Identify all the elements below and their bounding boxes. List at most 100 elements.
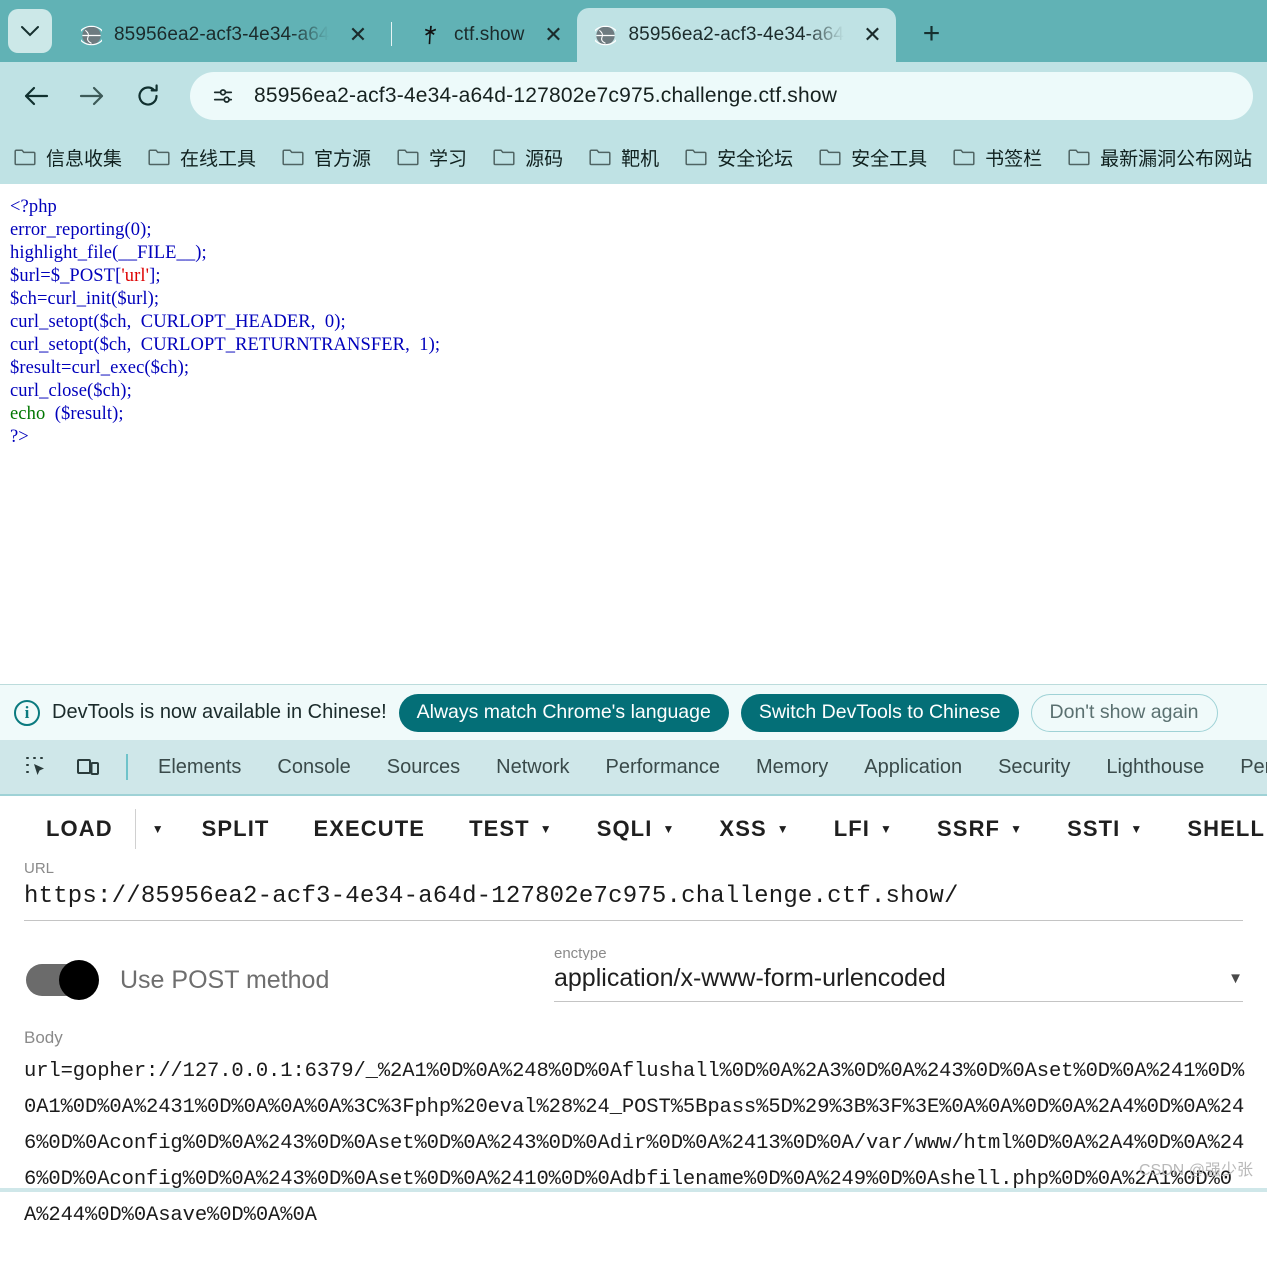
url-field-label: URL <box>24 862 55 875</box>
code-line: $ch=curl_init($url); <box>10 288 1267 311</box>
enctype-select[interactable]: application/x-www-form-urlencoded ▼ <box>554 960 1243 1002</box>
enctype-select-group[interactable]: enctype application/x-www-form-urlencode… <box>554 947 1243 1002</box>
hackbar-execute-button[interactable]: EXECUTE <box>291 816 447 842</box>
devtools-tab-elements[interactable]: Elements <box>140 756 259 779</box>
code-line: curl_close($ch); <box>10 380 1267 403</box>
code-token: ); <box>195 243 207 263</box>
ctfshow-logo-icon <box>420 24 442 46</box>
close-icon[interactable]: ✕ <box>345 22 371 48</box>
hackbar-xss-menu[interactable]: XSS ▼ <box>697 816 811 842</box>
hackbar-ssti-menu[interactable]: SSTI ▼ <box>1045 816 1165 842</box>
browser-tab-3-active[interactable]: 85956ea2-acf3-4e34-a64d-12 ✕ <box>576 8 896 62</box>
devtools-tab-network[interactable]: Network <box>478 756 587 779</box>
hackbar-load-button[interactable]: LOAD <box>24 816 135 842</box>
devtools-tab-security[interactable]: Security <box>980 756 1088 779</box>
browser-toolbar: 85956ea2-acf3-4e34-a64d-127802e7c975.cha… <box>0 62 1267 130</box>
code-token: curl_exec <box>71 358 145 378</box>
back-button[interactable] <box>14 74 58 118</box>
hackbar-load-dropdown[interactable]: ▼ <box>136 822 180 836</box>
globe-icon <box>595 24 617 46</box>
code-token: ($ch, CURLOPT_RETURNTRANSFER, 1); <box>93 335 441 355</box>
devtools-tab-console[interactable]: Console <box>259 756 368 779</box>
bookmark-label: 在线工具 <box>180 148 257 170</box>
devtools-tab-sources[interactable]: Sources <box>369 756 478 779</box>
hackbar-url-field[interactable]: URL https://85956ea2-acf3-4e34-a64d-1278… <box>24 862 1243 921</box>
browser-tab-2[interactable]: ctf.show ✕ <box>402 8 577 62</box>
hackbar-ssrf-menu[interactable]: SSRF ▼ <box>915 816 1045 842</box>
always-match-language-button[interactable]: Always match Chrome's language <box>398 693 729 732</box>
folder-icon <box>1068 148 1090 166</box>
devtools-tab-lighthouse[interactable]: Lighthouse <box>1088 756 1222 779</box>
code-token: $ch= <box>10 289 48 309</box>
enctype-label: enctype <box>554 947 607 960</box>
folder-icon <box>282 148 304 166</box>
code-token: ($ch); <box>144 358 190 378</box>
bookmarks-bar: 信息收集 在线工具 官方源 学习 源码 靶机 安全论坛 安全工具 书签栏 最新漏… <box>0 130 1267 184</box>
chevron-down-icon: ▼ <box>662 822 676 836</box>
watermark: CSDN @强少张 <box>1138 1162 1253 1179</box>
code-token: ($ch); <box>87 381 132 401</box>
bookmark-item[interactable]: 安全工具 <box>819 144 927 171</box>
code-token: ?> <box>10 427 29 447</box>
body-field-value[interactable]: url=gopher://127.0.0.1:6379/_%2A1%0D%0A%… <box>24 1054 1246 1234</box>
close-icon[interactable]: ✕ <box>860 22 886 48</box>
browser-tab-1[interactable]: 85956ea2-acf3-4e34-a64d-12 ✕ <box>62 8 381 62</box>
inspect-element-icon[interactable] <box>16 747 56 787</box>
chevron-down-icon: ▼ <box>1130 822 1144 836</box>
bookmark-item[interactable]: 学习 <box>397 144 467 171</box>
bookmark-item[interactable]: 源码 <box>493 144 563 171</box>
devtools-tab-performance-insights[interactable]: Performance <box>1222 756 1267 779</box>
folder-icon <box>397 148 419 166</box>
code-line: $url=$_POST['url']; <box>10 265 1267 288</box>
hackbar-shell-menu[interactable]: SHELL▼ <box>1165 816 1267 842</box>
devtools-tab-performance[interactable]: Performance <box>588 756 739 779</box>
code-line: curl_setopt($ch, CURLOPT_HEADER, 0); <box>10 311 1267 334</box>
reload-icon <box>138 84 158 106</box>
devtools-tab-bar: Elements Console Sources Network Perform… <box>0 740 1267 796</box>
code-line: <?php <box>10 196 1267 219</box>
reload-button[interactable] <box>126 74 170 118</box>
bookmark-item[interactable]: 信息收集 <box>14 144 122 171</box>
page-content: <?php error_reporting(0); highlight_file(_… <box>0 184 1267 684</box>
url-field-value[interactable]: https://85956ea2-acf3-4e34-a64d-127802e7… <box>24 875 1243 921</box>
devtools-tab-application[interactable]: Application <box>846 756 980 779</box>
code-token: __FILE__ <box>118 243 196 263</box>
post-method-toggle[interactable] <box>26 960 99 1000</box>
php-source-code: <?php error_reporting(0); highlight_file(_… <box>10 196 1267 449</box>
bookmark-label: 源码 <box>525 148 564 170</box>
code-line: error_reporting(0); <box>10 219 1267 242</box>
close-icon[interactable]: ✕ <box>541 22 567 48</box>
tab-search-button[interactable] <box>8 9 52 53</box>
bookmark-label: 靶机 <box>621 148 660 170</box>
folder-icon <box>685 148 707 166</box>
hackbar-test-menu[interactable]: TEST ▼ <box>447 816 575 842</box>
bookmark-item[interactable]: 官方源 <box>282 144 371 171</box>
devtools-panel: i DevTools is now available in Chinese! … <box>0 684 1267 796</box>
post-method-toggle-group[interactable]: Use POST method <box>24 960 554 1002</box>
hackbar-split-button[interactable]: SPLIT <box>180 816 292 842</box>
dont-show-again-button[interactable]: Don't show again <box>1030 693 1218 732</box>
bookmark-item[interactable]: 在线工具 <box>148 144 256 171</box>
folder-icon <box>589 148 611 166</box>
bookmark-item[interactable]: 安全论坛 <box>685 144 793 171</box>
tune-settings-icon[interactable] <box>208 81 238 111</box>
device-toolbar-icon[interactable] <box>68 747 108 787</box>
bookmark-item[interactable]: 书签栏 <box>953 144 1042 171</box>
address-bar[interactable]: 85956ea2-acf3-4e34-a64d-127802e7c975.cha… <box>190 72 1253 120</box>
hackbar-sqli-menu[interactable]: SQLI ▼ <box>575 816 698 842</box>
bookmark-item[interactable]: 靶机 <box>589 144 659 171</box>
address-bar-url: 85956ea2-acf3-4e34-a64d-127802e7c975.cha… <box>254 84 838 107</box>
new-tab-button[interactable]: + <box>910 12 954 56</box>
banner-message: DevTools is now available in Chinese! <box>52 701 387 723</box>
code-token: ($url); <box>111 289 160 309</box>
bookmark-item[interactable]: 最新漏洞公布网站 <box>1068 144 1252 171</box>
switch-devtools-language-button[interactable]: Switch DevTools to Chinese <box>740 693 1019 732</box>
code-token: curl_setopt <box>10 312 94 332</box>
forward-button[interactable] <box>70 74 114 118</box>
hackbar-lfi-menu[interactable]: LFI ▼ <box>812 816 915 842</box>
code-token: 'url' <box>121 266 150 286</box>
code-token: error_reporting <box>10 220 125 240</box>
devtools-tab-memory[interactable]: Memory <box>738 756 846 779</box>
browser-tab-title: 85956ea2-acf3-4e34-a64d-12 <box>114 24 329 45</box>
code-token: (0); <box>124 220 152 240</box>
